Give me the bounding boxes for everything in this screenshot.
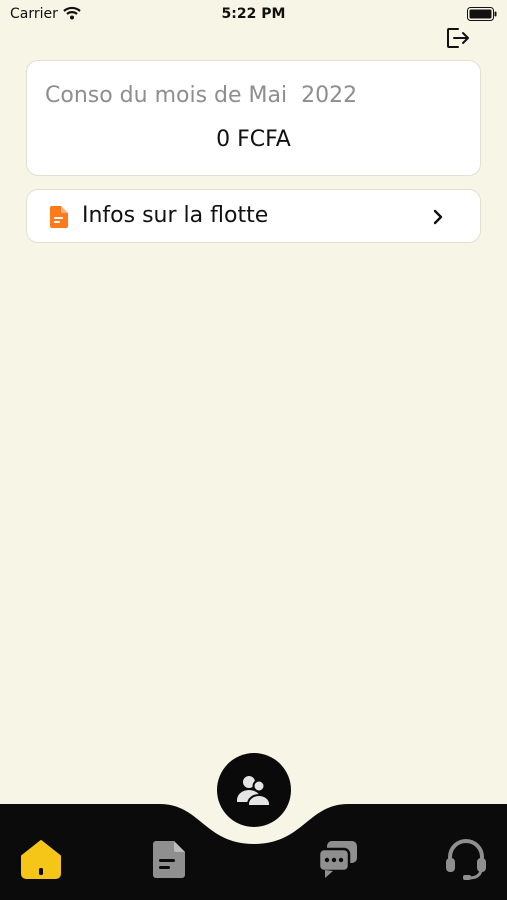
fleet-users-button[interactable] [217,753,291,827]
consumption-title: Conso du mois de Mai 2022 [45,83,358,108]
fleet-info-label: Infos sur la flotte [82,203,269,228]
battery-icon [467,7,497,21]
logout-icon[interactable] [443,24,471,52]
home-icon[interactable] [16,834,66,884]
headset-icon[interactable] [441,834,491,884]
document-icon[interactable] [145,834,195,884]
status-bar: Carrier 5:22 PM [0,0,507,28]
fleet-info-row[interactable]: Infos sur la flotte [26,189,481,243]
clock: 5:22 PM [221,6,286,22]
document-icon [50,206,68,228]
consumption-card: Conso du mois de Mai 2022 0 FCFA [26,60,481,176]
users-icon [237,776,271,807]
consumption-amount: 0 FCFA [216,127,291,152]
chat-icon[interactable] [313,834,363,884]
chevron-right-icon [433,209,443,225]
